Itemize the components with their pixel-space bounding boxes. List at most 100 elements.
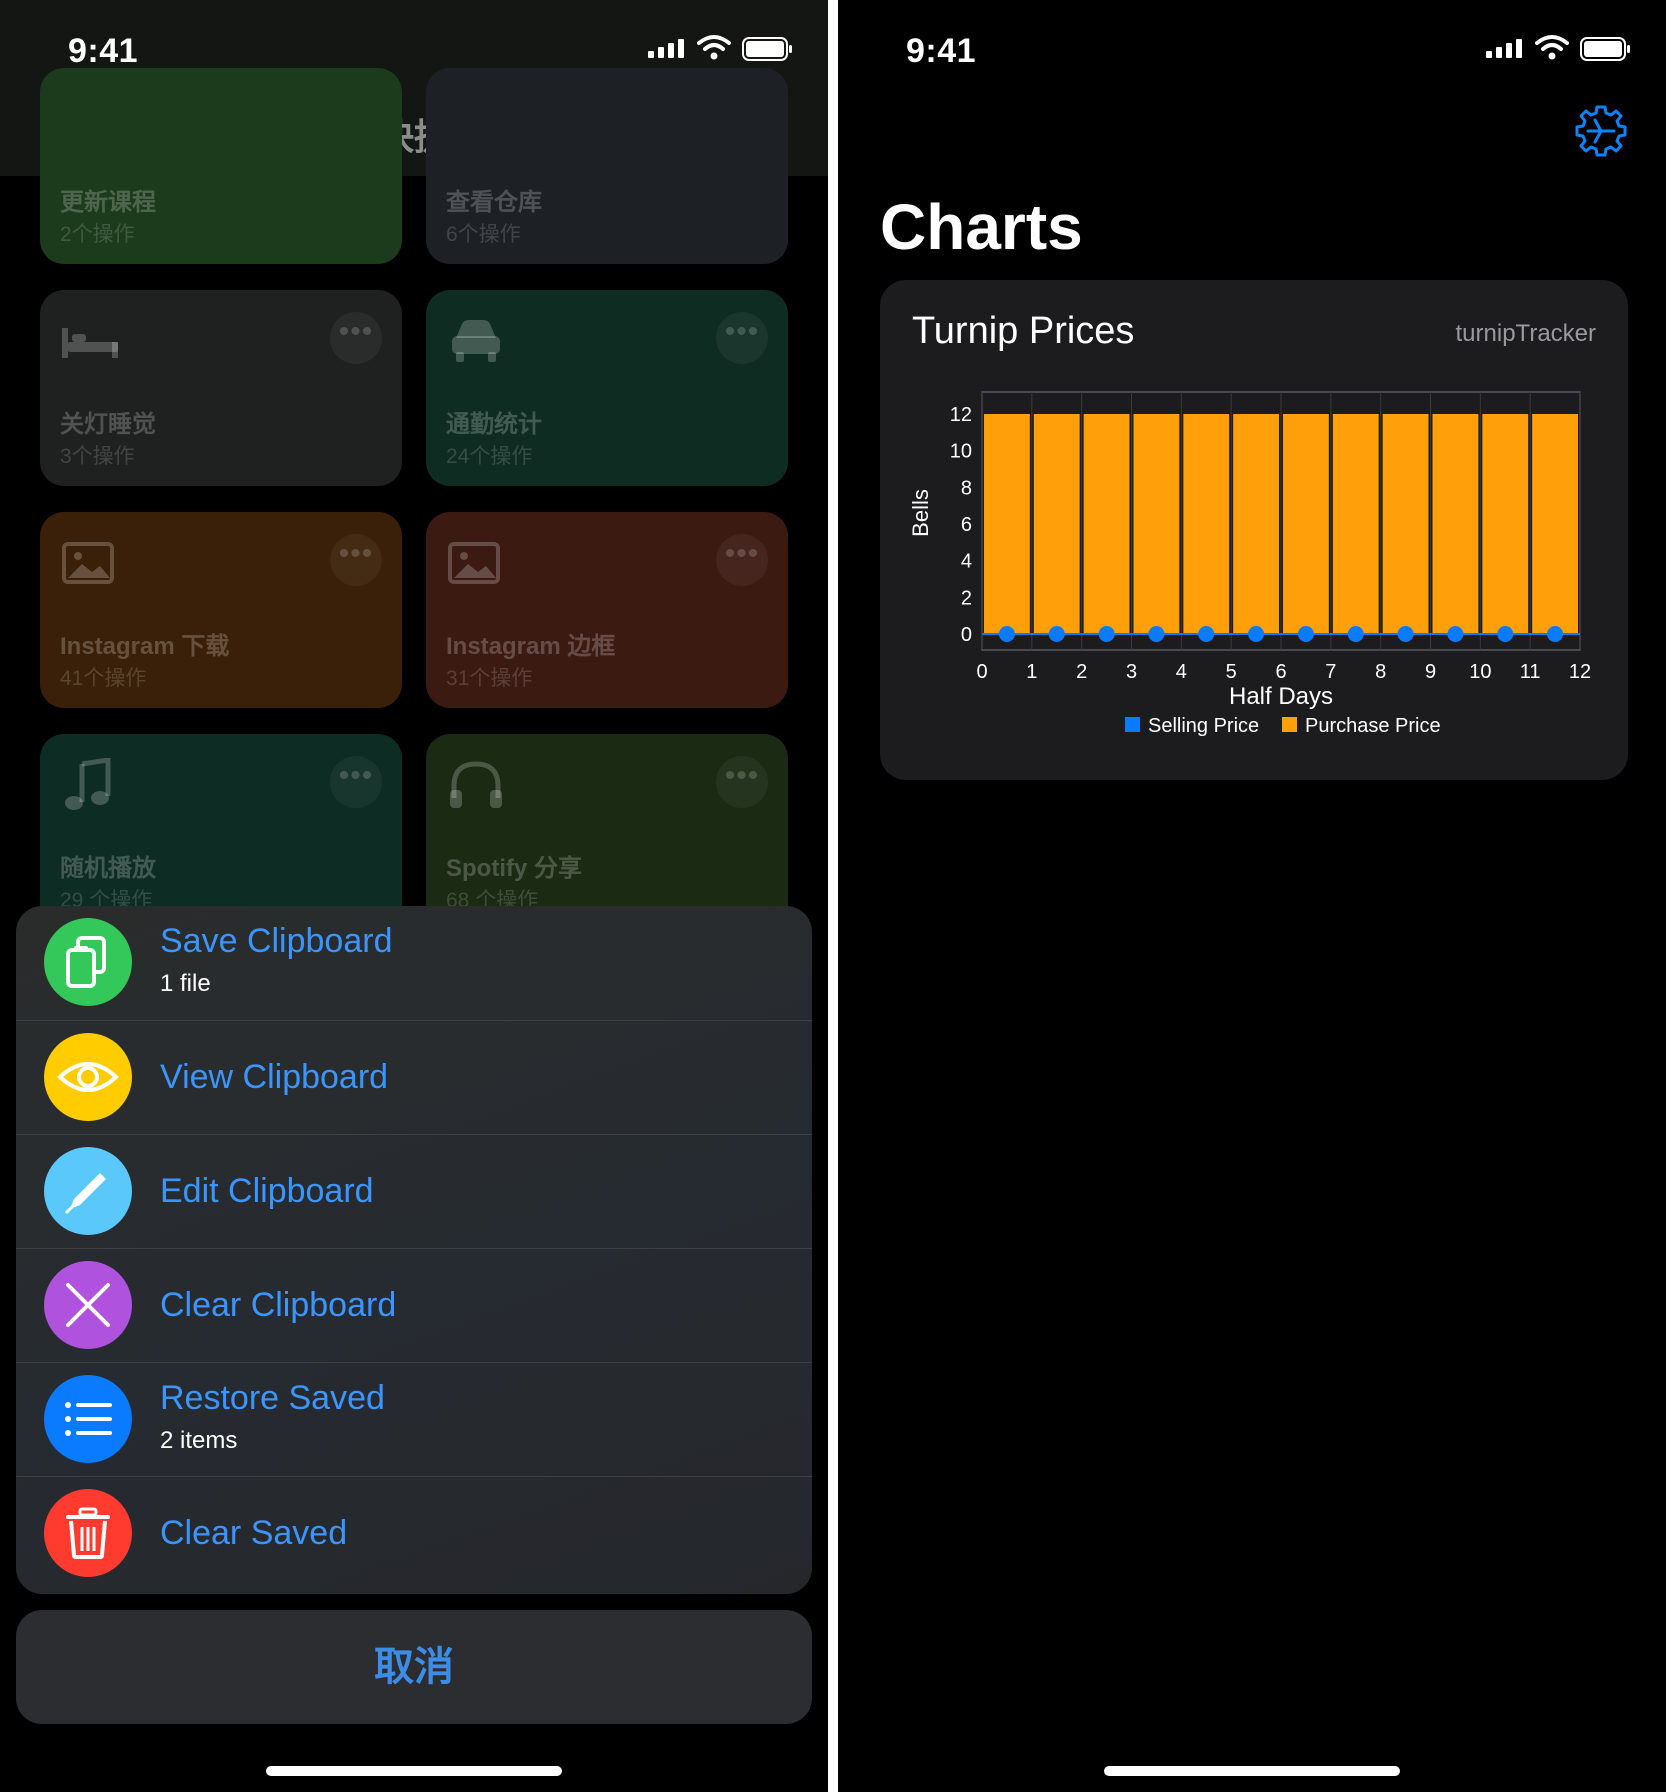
chart-title: Turnip Prices (912, 310, 1135, 352)
legend-swatch-purchase (1282, 717, 1297, 732)
selling-price-point (1148, 626, 1165, 642)
action-edit-clipboard[interactable]: Edit Clipboard (16, 1134, 812, 1248)
battery-icon (1580, 37, 1630, 61)
action-view-clipboard[interactable]: View Clipboard (16, 1020, 812, 1134)
purchase-price-bar (1332, 414, 1379, 634)
action-label: Edit Clipboard (160, 1172, 374, 1210)
trash-icon (44, 1489, 132, 1577)
status-time: 9:41 (68, 32, 139, 70)
clipboard-copy-icon (44, 918, 132, 1006)
cellular-signal-icon (648, 39, 684, 58)
action-label: Save Clipboard (160, 922, 393, 960)
shortcut-tile[interactable]: ••• Spotify 分享 68 个操作 (426, 734, 788, 930)
purchase-price-bar (1532, 414, 1578, 634)
x-tick-label: 5 (1226, 661, 1237, 683)
eye-icon (44, 1033, 132, 1121)
selling-price-point (1497, 626, 1514, 642)
shortcut-tile[interactable]: ••• Instagram 下载 41个操作 (40, 512, 402, 708)
battery-icon (742, 37, 792, 61)
home-indicator[interactable] (1104, 1766, 1400, 1776)
purchase-price-bar (1033, 414, 1080, 634)
turnip-prices-chart: 0 1 2 3 4 5 6 7 8 9 10 11 12024681012Half DaysBellsS… (908, 391, 1591, 737)
x-tick-label: 10 (1469, 661, 1491, 683)
x-tick-label: 11 (1520, 661, 1541, 683)
purchase-price-bar (1432, 414, 1479, 634)
action-label: View Clipboard (160, 1058, 389, 1096)
list-icon (44, 1375, 132, 1463)
more-options-button[interactable]: ••• (330, 756, 382, 808)
headphones-icon (450, 761, 502, 808)
action-clear-saved[interactable]: Clear Saved (16, 1476, 812, 1590)
shortcut-name: Instagram 边框 (446, 633, 616, 660)
x-axis-label: Half Days (1229, 683, 1333, 710)
x-icon (44, 1261, 132, 1349)
x-tick-label: 6 (1275, 661, 1286, 683)
y-tick-label: 6 (961, 514, 972, 536)
x-tick-label: 0 (976, 661, 987, 683)
shortcut-action-count: 41个操作 (60, 667, 147, 690)
action-sheet: Save Clipboard 1 file View Clipboard Edi… (16, 906, 812, 1594)
action-label: Clear Clipboard (160, 1286, 397, 1324)
shortcut-tile[interactable]: ••• 通勤统计 24个操作 (426, 290, 788, 486)
y-tick-label: 0 (961, 624, 972, 646)
x-tick-label: 1 (1026, 661, 1037, 683)
x-tick-label: 9 (1425, 661, 1436, 683)
shortcut-tile[interactable]: ••• Instagram 边框 31个操作 (426, 512, 788, 708)
purchase-price-bar (1133, 414, 1180, 634)
x-tick-label: 3 (1126, 661, 1137, 683)
shortcut-tile[interactable]: ••• 关灯睡觉 3个操作 (40, 290, 402, 486)
action-subtitle: 2 items (160, 1427, 238, 1454)
status-time: 9:41 (906, 32, 977, 70)
selling-price-point (1547, 626, 1564, 642)
cancel-button[interactable]: 取消 (16, 1610, 812, 1724)
image-icon (62, 542, 114, 584)
selling-price-point (998, 626, 1015, 642)
more-options-button[interactable]: ••• (716, 534, 768, 586)
shortcut-name: Spotify 分享 (446, 855, 582, 882)
action-save-clipboard[interactable]: Save Clipboard 1 file (16, 906, 812, 1020)
action-clear-clipboard[interactable]: Clear Clipboard (16, 1248, 812, 1362)
more-options-button[interactable]: ••• (330, 312, 382, 364)
purchase-price-bar (1083, 414, 1130, 634)
y-axis-label: Bells (908, 489, 933, 537)
y-tick-label: 4 (961, 551, 972, 573)
x-tick-label: 2 (1076, 661, 1087, 683)
action-restore-saved[interactable]: Restore Saved 2 items (16, 1362, 812, 1476)
shortcut-name: 查看仓库 (446, 189, 542, 216)
shortcut-name: 更新课程 (60, 189, 156, 216)
action-subtitle: 1 file (160, 970, 211, 997)
wifi-icon (1535, 35, 1569, 60)
y-tick-label: 2 (961, 587, 972, 609)
chart-source: turnipTracker (1455, 320, 1596, 347)
action-label: Clear Saved (160, 1514, 348, 1552)
shortcut-name: 通勤统计 (446, 411, 542, 438)
selling-price-point (1248, 626, 1265, 642)
purchase-price-bar (1183, 414, 1230, 634)
purchase-price-bar (984, 414, 1030, 634)
shortcut-name: 随机播放 (60, 855, 156, 882)
y-tick-label: 12 (950, 404, 972, 426)
bed-icon (62, 328, 118, 358)
x-tick-label: 12 (1569, 661, 1591, 683)
more-options-button[interactable]: ••• (716, 756, 768, 808)
purchase-price-bar (1382, 414, 1429, 634)
selling-price-point (1297, 626, 1314, 642)
cellular-signal-icon (1486, 39, 1522, 58)
car-icon (452, 320, 500, 362)
selling-price-point (1198, 626, 1215, 642)
more-options-button[interactable]: ••• (330, 534, 382, 586)
x-tick-label: 4 (1176, 661, 1187, 683)
status-bar: 9:41 (0, 0, 828, 100)
purchase-price-bar (1233, 414, 1279, 634)
selling-price-point (1397, 626, 1414, 642)
shortcut-tile[interactable]: ••• 随机播放 29 个操作 (40, 734, 402, 930)
x-tick-label: 8 (1375, 661, 1386, 683)
legend-swatch-selling (1125, 717, 1140, 732)
selling-price-point (1048, 626, 1065, 642)
shortcut-action-count: 2个操作 (60, 223, 135, 246)
gear-icon[interactable] (1574, 104, 1628, 158)
more-options-button[interactable]: ••• (716, 312, 768, 364)
legend-label-purchase: Purchase Price (1305, 715, 1441, 737)
y-tick-label: 10 (950, 441, 972, 463)
home-indicator[interactable] (266, 1766, 562, 1776)
